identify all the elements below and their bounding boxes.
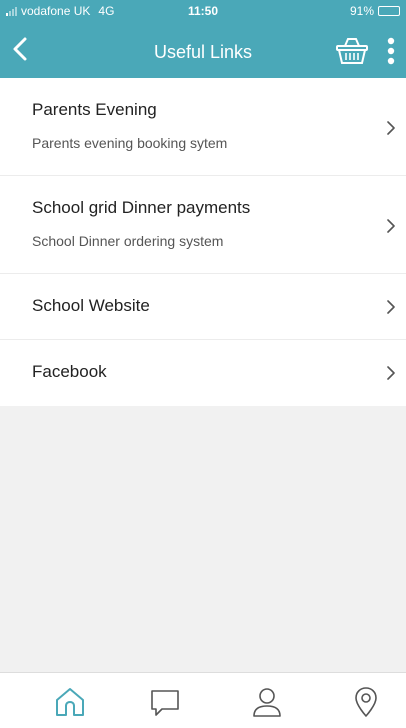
status-time: 11:50	[187, 4, 219, 18]
profile-icon[interactable]	[250, 685, 284, 719]
link-subtitle: Parents evening booking sytem	[32, 135, 228, 151]
battery-status: 91%	[350, 4, 400, 18]
chevron-right-icon	[387, 121, 395, 135]
home-icon[interactable]	[53, 685, 87, 719]
location-pin-icon[interactable]	[349, 685, 383, 719]
link-item-facebook[interactable]: Facebook	[0, 340, 406, 406]
basket-icon[interactable]	[334, 36, 370, 66]
status-bar: vodafone UK 4G 11:50 91%	[0, 0, 406, 22]
link-item-school-website[interactable]: School Website	[0, 274, 406, 340]
link-title: Facebook	[32, 362, 107, 381]
more-vertical-icon[interactable]	[384, 36, 398, 66]
chat-icon[interactable]	[148, 685, 182, 719]
link-title: School Website	[32, 296, 150, 315]
chevron-right-icon	[387, 300, 395, 314]
link-title: School grid Dinner payments	[32, 198, 251, 217]
link-item-school-dinner-payments[interactable]: School grid Dinner payments School Dinne…	[0, 176, 406, 274]
app-header: vodafone UK 4G 11:50 91% Useful Links	[0, 0, 406, 78]
chevron-right-icon	[387, 366, 395, 380]
empty-content-area	[0, 406, 406, 672]
bottom-tab-bar	[0, 672, 406, 728]
battery-percent: 91%	[349, 4, 374, 18]
link-item-parents-evening[interactable]: Parents Evening Parents evening booking …	[0, 78, 406, 176]
link-subtitle: School Dinner ordering system	[32, 233, 224, 249]
battery-icon	[378, 6, 400, 16]
nav-bar: Useful Links	[0, 24, 406, 78]
chevron-right-icon	[387, 219, 395, 233]
links-list: Parents Evening Parents evening booking …	[0, 78, 406, 406]
link-title: Parents Evening	[32, 100, 157, 119]
